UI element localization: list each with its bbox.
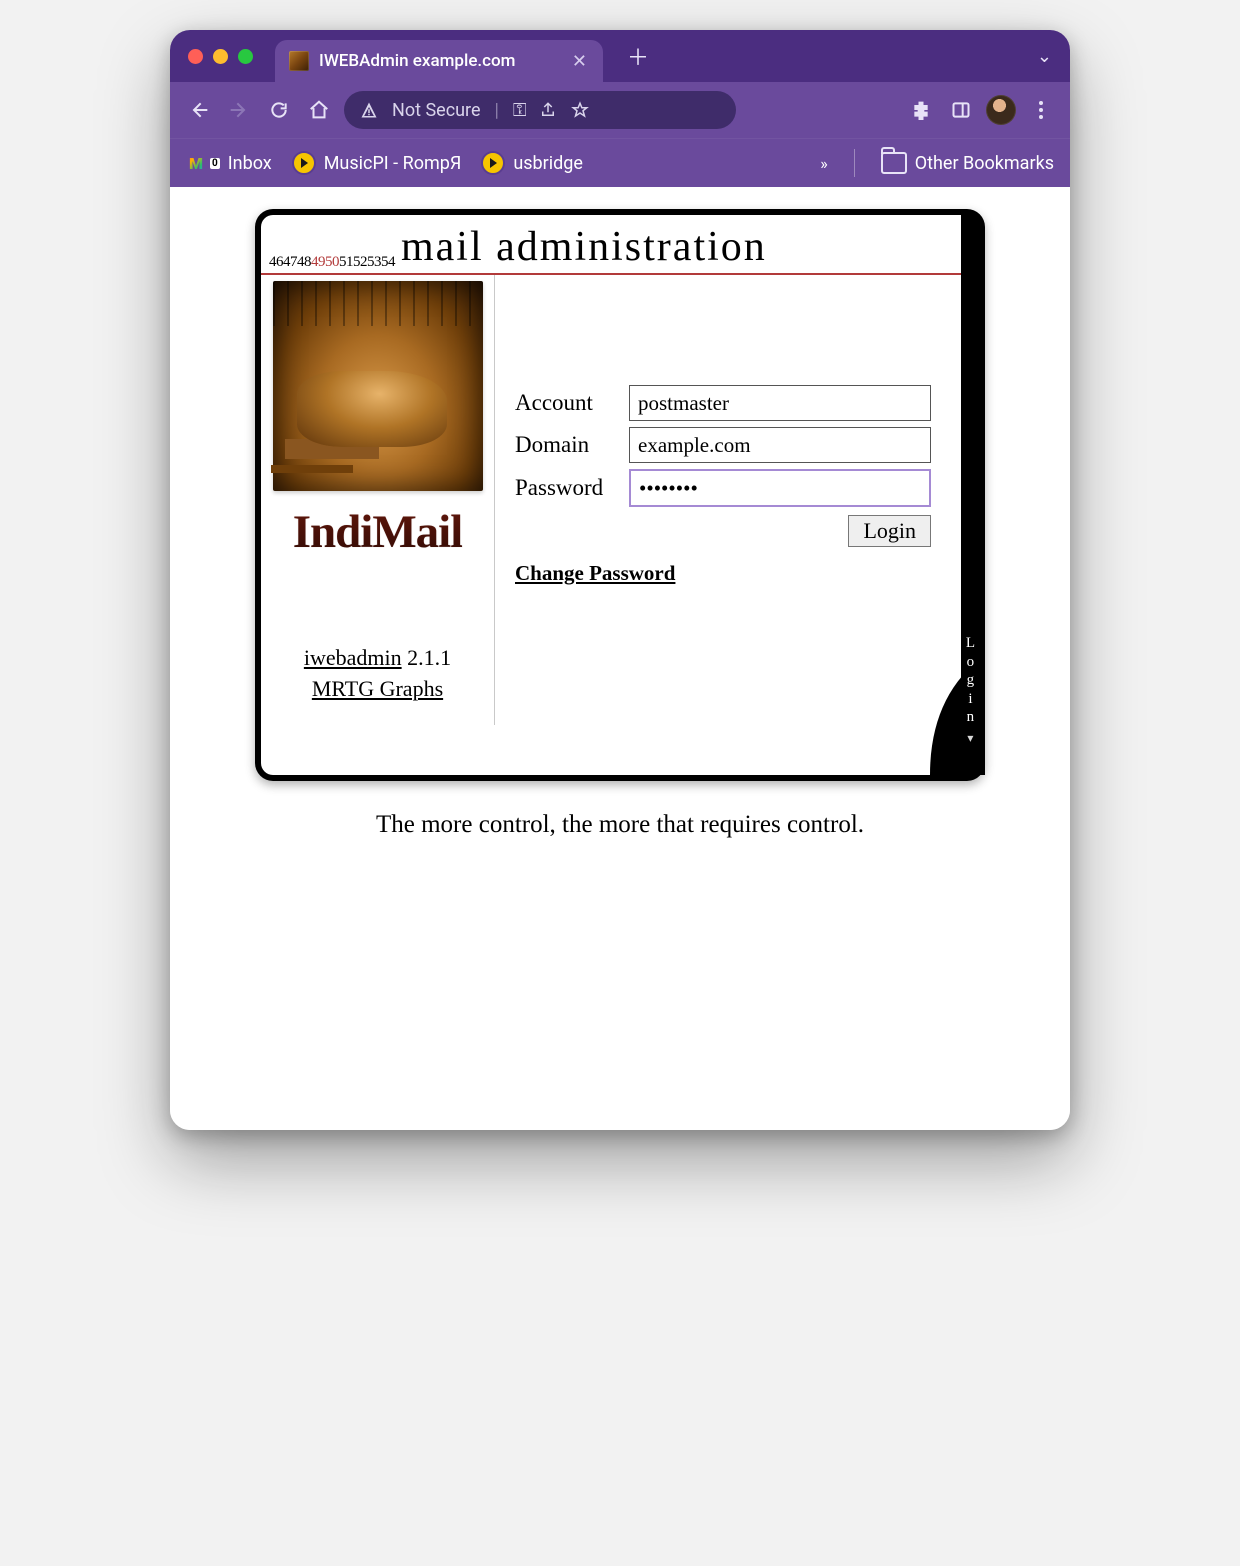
account-label: Account bbox=[515, 390, 615, 416]
iwebadmin-version: 2.1.1 bbox=[402, 645, 452, 670]
login-panel: 464748 4950 51525354 mail administration… bbox=[255, 209, 985, 781]
close-tab-icon[interactable]: ✕ bbox=[570, 51, 589, 72]
login-button[interactable]: Login bbox=[848, 515, 931, 547]
account-input[interactable] bbox=[629, 385, 931, 421]
profile-avatar[interactable] bbox=[986, 95, 1016, 125]
extensions-icon[interactable] bbox=[906, 95, 936, 125]
v-char: o bbox=[967, 654, 975, 671]
password-label: Password bbox=[515, 475, 615, 501]
prefix-part: 464748 bbox=[269, 254, 311, 271]
login-form: Account Domain Password Login bbox=[495, 275, 961, 725]
tab-title: IWEBAdmin example.com bbox=[319, 51, 560, 71]
password-input[interactable] bbox=[629, 469, 931, 507]
footer-quote: The more control, the more that requires… bbox=[210, 811, 1030, 839]
prefix-part: 51525354 bbox=[339, 254, 395, 271]
share-icon[interactable] bbox=[539, 101, 557, 119]
v-char: L bbox=[966, 635, 975, 652]
reload-icon[interactable] bbox=[264, 95, 294, 125]
product-logo-text: IndiMail bbox=[293, 505, 463, 559]
panel-header: 464748 4950 51525354 mail administration bbox=[261, 215, 961, 275]
play-icon bbox=[481, 151, 505, 175]
bookmarks-bar: M 0 Inbox MusicPI - RompЯ usbridge » Oth… bbox=[170, 138, 1070, 187]
omnibox[interactable]: Not Secure | ⚿ bbox=[344, 91, 736, 129]
domain-label: Domain bbox=[515, 432, 615, 458]
home-icon[interactable] bbox=[304, 95, 334, 125]
bookmark-label: MusicPI - RompЯ bbox=[324, 153, 462, 174]
mrtg-graphs-link[interactable]: MRTG Graphs bbox=[312, 676, 443, 701]
window-controls bbox=[188, 49, 253, 64]
bookmark-usbridge[interactable]: usbridge bbox=[481, 151, 583, 175]
change-password-link[interactable]: Change Password bbox=[515, 561, 675, 585]
v-char: g bbox=[967, 672, 975, 689]
bookmark-star-icon[interactable] bbox=[571, 101, 589, 119]
omnibox-security-label: Not Secure bbox=[392, 100, 481, 121]
tab-strip: IWEBAdmin example.com ✕ ＋ ⌄ bbox=[170, 30, 1070, 82]
tabs-menu-icon[interactable]: ⌄ bbox=[1037, 46, 1052, 67]
side-panel-icon[interactable] bbox=[946, 95, 976, 125]
forward-icon bbox=[224, 95, 254, 125]
bookmark-musicpi[interactable]: MusicPI - RompЯ bbox=[292, 151, 462, 175]
v-char: n bbox=[967, 709, 975, 726]
chevron-down-icon: ▾ bbox=[967, 732, 973, 745]
maximize-window-icon[interactable] bbox=[238, 49, 253, 64]
panel-sidebar: IndiMail iwebadmin 2.1.1 MRTG Graphs bbox=[261, 275, 495, 725]
other-bookmarks[interactable]: Other Bookmarks bbox=[881, 152, 1054, 174]
bookmark-label: Other Bookmarks bbox=[915, 153, 1054, 174]
inbox-badge: 0 bbox=[210, 158, 220, 169]
bookmarks-overflow-icon[interactable]: » bbox=[820, 154, 828, 173]
minimize-window-icon[interactable] bbox=[213, 49, 228, 64]
panel-title: mail administration bbox=[401, 223, 767, 271]
play-icon bbox=[292, 151, 316, 175]
bookmark-inbox[interactable]: M 0 Inbox bbox=[186, 153, 272, 174]
bookmark-label: usbridge bbox=[513, 153, 583, 174]
gmail-icon: M bbox=[186, 153, 206, 173]
prefix-mid: 4950 bbox=[311, 254, 339, 271]
v-char: i bbox=[968, 691, 972, 708]
tab-favicon-icon bbox=[289, 51, 309, 71]
iwebadmin-link[interactable]: iwebadmin bbox=[304, 645, 402, 670]
close-window-icon[interactable] bbox=[188, 49, 203, 64]
folder-icon bbox=[881, 152, 907, 174]
back-icon[interactable] bbox=[184, 95, 214, 125]
chrome-menu-icon[interactable] bbox=[1026, 95, 1056, 125]
browser-window: IWEBAdmin example.com ✕ ＋ ⌄ Not S bbox=[170, 30, 1070, 1130]
page-content: 464748 4950 51525354 mail administration… bbox=[170, 187, 1070, 1130]
domain-input[interactable] bbox=[629, 427, 931, 463]
new-tab-button[interactable]: ＋ bbox=[625, 43, 651, 69]
saved-password-icon[interactable]: ⚿ bbox=[513, 100, 525, 121]
address-bar: Not Secure | ⚿ bbox=[170, 82, 1070, 138]
vertical-login-label: L o g i n ▾ bbox=[966, 635, 975, 745]
not-secure-icon bbox=[360, 101, 378, 119]
divider bbox=[854, 149, 855, 177]
bookmark-label: Inbox bbox=[228, 153, 272, 174]
indimail-seal-image bbox=[273, 281, 483, 491]
browser-tab[interactable]: IWEBAdmin example.com ✕ bbox=[275, 40, 603, 82]
header-numeric-prefix: 464748 4950 51525354 bbox=[269, 254, 395, 271]
sidebar-links: iwebadmin 2.1.1 MRTG Graphs bbox=[304, 643, 451, 705]
